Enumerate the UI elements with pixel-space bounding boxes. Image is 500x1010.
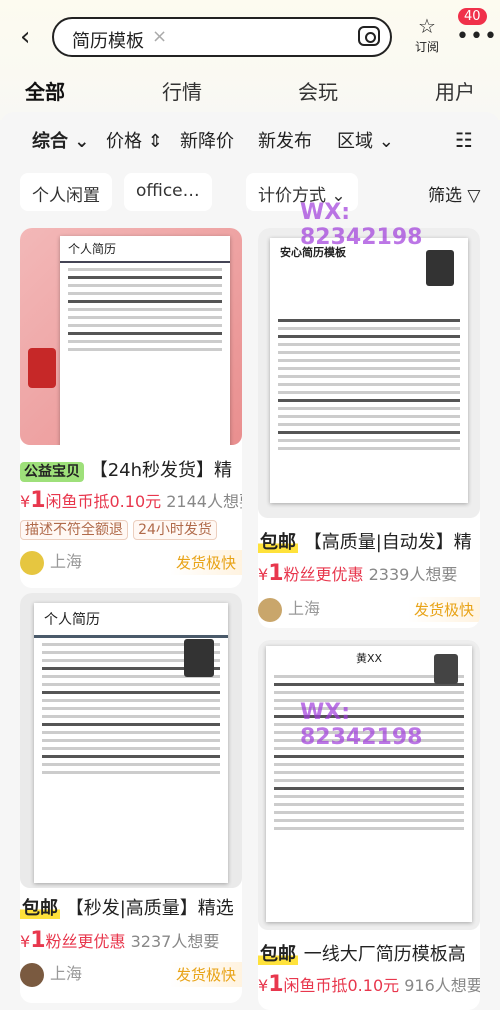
clear-icon[interactable]: × xyxy=(152,26,167,47)
product-title: 包邮 【高质量|自动发】精 xyxy=(258,532,472,553)
tab-all[interactable]: 全部 xyxy=(25,76,65,105)
subscribe-label: 订阅 xyxy=(414,40,439,54)
free-shipping-badge: 包邮 xyxy=(258,532,298,553)
product-image: 个人简历 xyxy=(20,228,242,445)
tab-users[interactable]: 用户 xyxy=(435,76,475,105)
tab-play[interactable]: 会玩 xyxy=(298,76,338,105)
fast-shipping-badge: 发货极快 xyxy=(169,962,242,987)
avatar xyxy=(20,550,44,575)
sort-region[interactable]: 区域 ⌄ xyxy=(337,127,394,153)
filter-chip-personal[interactable]: 个人闲置 xyxy=(20,173,112,211)
product-price: ¥1粉丝更优惠 2339人想要 xyxy=(258,561,458,586)
fast-shipping-badge: 发货极快 xyxy=(169,550,242,575)
filter-button[interactable]: 筛选 ▽ xyxy=(428,181,480,206)
sort-newest[interactable]: 新发布 xyxy=(258,127,312,153)
doc-title: 个人简历 xyxy=(60,236,230,263)
camera-search-icon[interactable] xyxy=(358,26,380,46)
tag: 24小时发货 xyxy=(133,520,217,540)
doc-title: 个人简历 xyxy=(34,603,228,638)
product-card[interactable]: 个人简历 公益宝贝 【24h秒发货】精 ¥1闲鱼币抵0.10元 2144人想要 … xyxy=(20,228,242,588)
back-icon[interactable]: ‹ xyxy=(20,22,30,52)
product-card[interactable]: 安心简历模板 包邮 【高质量|自动发】精 ¥1粉丝更优惠 2339人想要 上海 … xyxy=(258,228,480,628)
search-query: 简历模板 xyxy=(72,31,144,52)
product-title: 包邮 一线大厂简历模板高 xyxy=(258,944,466,965)
filter-chip-pricing[interactable]: 计价方式 ⌄ xyxy=(246,173,358,211)
subscribe-button[interactable]: ☆ 订阅 xyxy=(412,14,442,55)
fast-shipping-badge: 发货极快 xyxy=(407,597,480,622)
charity-badge: 公益宝贝 xyxy=(20,462,84,482)
product-image: 个人简历 xyxy=(20,593,242,888)
product-image: 安心简历模板 xyxy=(258,228,480,518)
filter-chip-office[interactable]: office… xyxy=(124,173,212,211)
avatar xyxy=(258,597,282,622)
seller-info: 上海 xyxy=(20,548,82,575)
avatar xyxy=(20,962,44,987)
sort-label: 价格 xyxy=(106,131,142,152)
tag: 描述不符全额退 xyxy=(20,520,128,540)
sort-price-drop[interactable]: 新降价 xyxy=(180,127,234,153)
seller-info: 上海 xyxy=(20,960,82,987)
product-price: ¥1粉丝更优惠 3237人想要 xyxy=(20,928,220,953)
product-card[interactable]: 黄XX 包邮 一线大厂简历模板高 ¥1闲鱼币抵0.10元 916人想要 xyxy=(258,640,480,1010)
more-icon[interactable]: ••• xyxy=(456,24,498,49)
tag-list: 描述不符全额退 24小时发货 xyxy=(20,519,217,540)
filter-label: 筛选 xyxy=(428,186,462,206)
free-shipping-badge: 包邮 xyxy=(258,944,298,965)
free-shipping-badge: 包邮 xyxy=(20,898,60,919)
sort-comprehensive[interactable]: 综合 ⌄ xyxy=(32,127,89,153)
product-price: ¥1闲鱼币抵0.10元 916人想要 xyxy=(258,972,480,997)
product-card[interactable]: 个人简历 包邮 【秒发|高质量】精选 ¥1粉丝更优惠 3237人想要 上海 发货… xyxy=(20,593,242,1003)
layout-toggle-icon[interactable]: ☷ xyxy=(455,128,473,152)
notification-badge: 40 xyxy=(458,8,487,25)
product-title: 公益宝贝 【24h秒发货】精 xyxy=(20,456,242,482)
tab-market[interactable]: 行情 xyxy=(162,76,202,105)
funnel-icon: ▽ xyxy=(467,186,481,206)
sort-label: 区域 xyxy=(337,131,373,152)
product-title: 包邮 【秒发|高质量】精选 xyxy=(20,898,234,919)
seller-info: 上海 xyxy=(258,595,320,622)
sort-label: 综合 xyxy=(32,131,68,152)
sort-price[interactable]: 价格 ⇕ xyxy=(106,127,163,153)
chip-label: 计价方式 xyxy=(258,186,326,206)
search-input[interactable]: 简历模板 × xyxy=(52,17,392,57)
product-price: ¥1闲鱼币抵0.10元 2144人想要 xyxy=(20,488,242,513)
product-image: 黄XX xyxy=(258,640,480,930)
star-icon: ☆ xyxy=(418,14,436,38)
